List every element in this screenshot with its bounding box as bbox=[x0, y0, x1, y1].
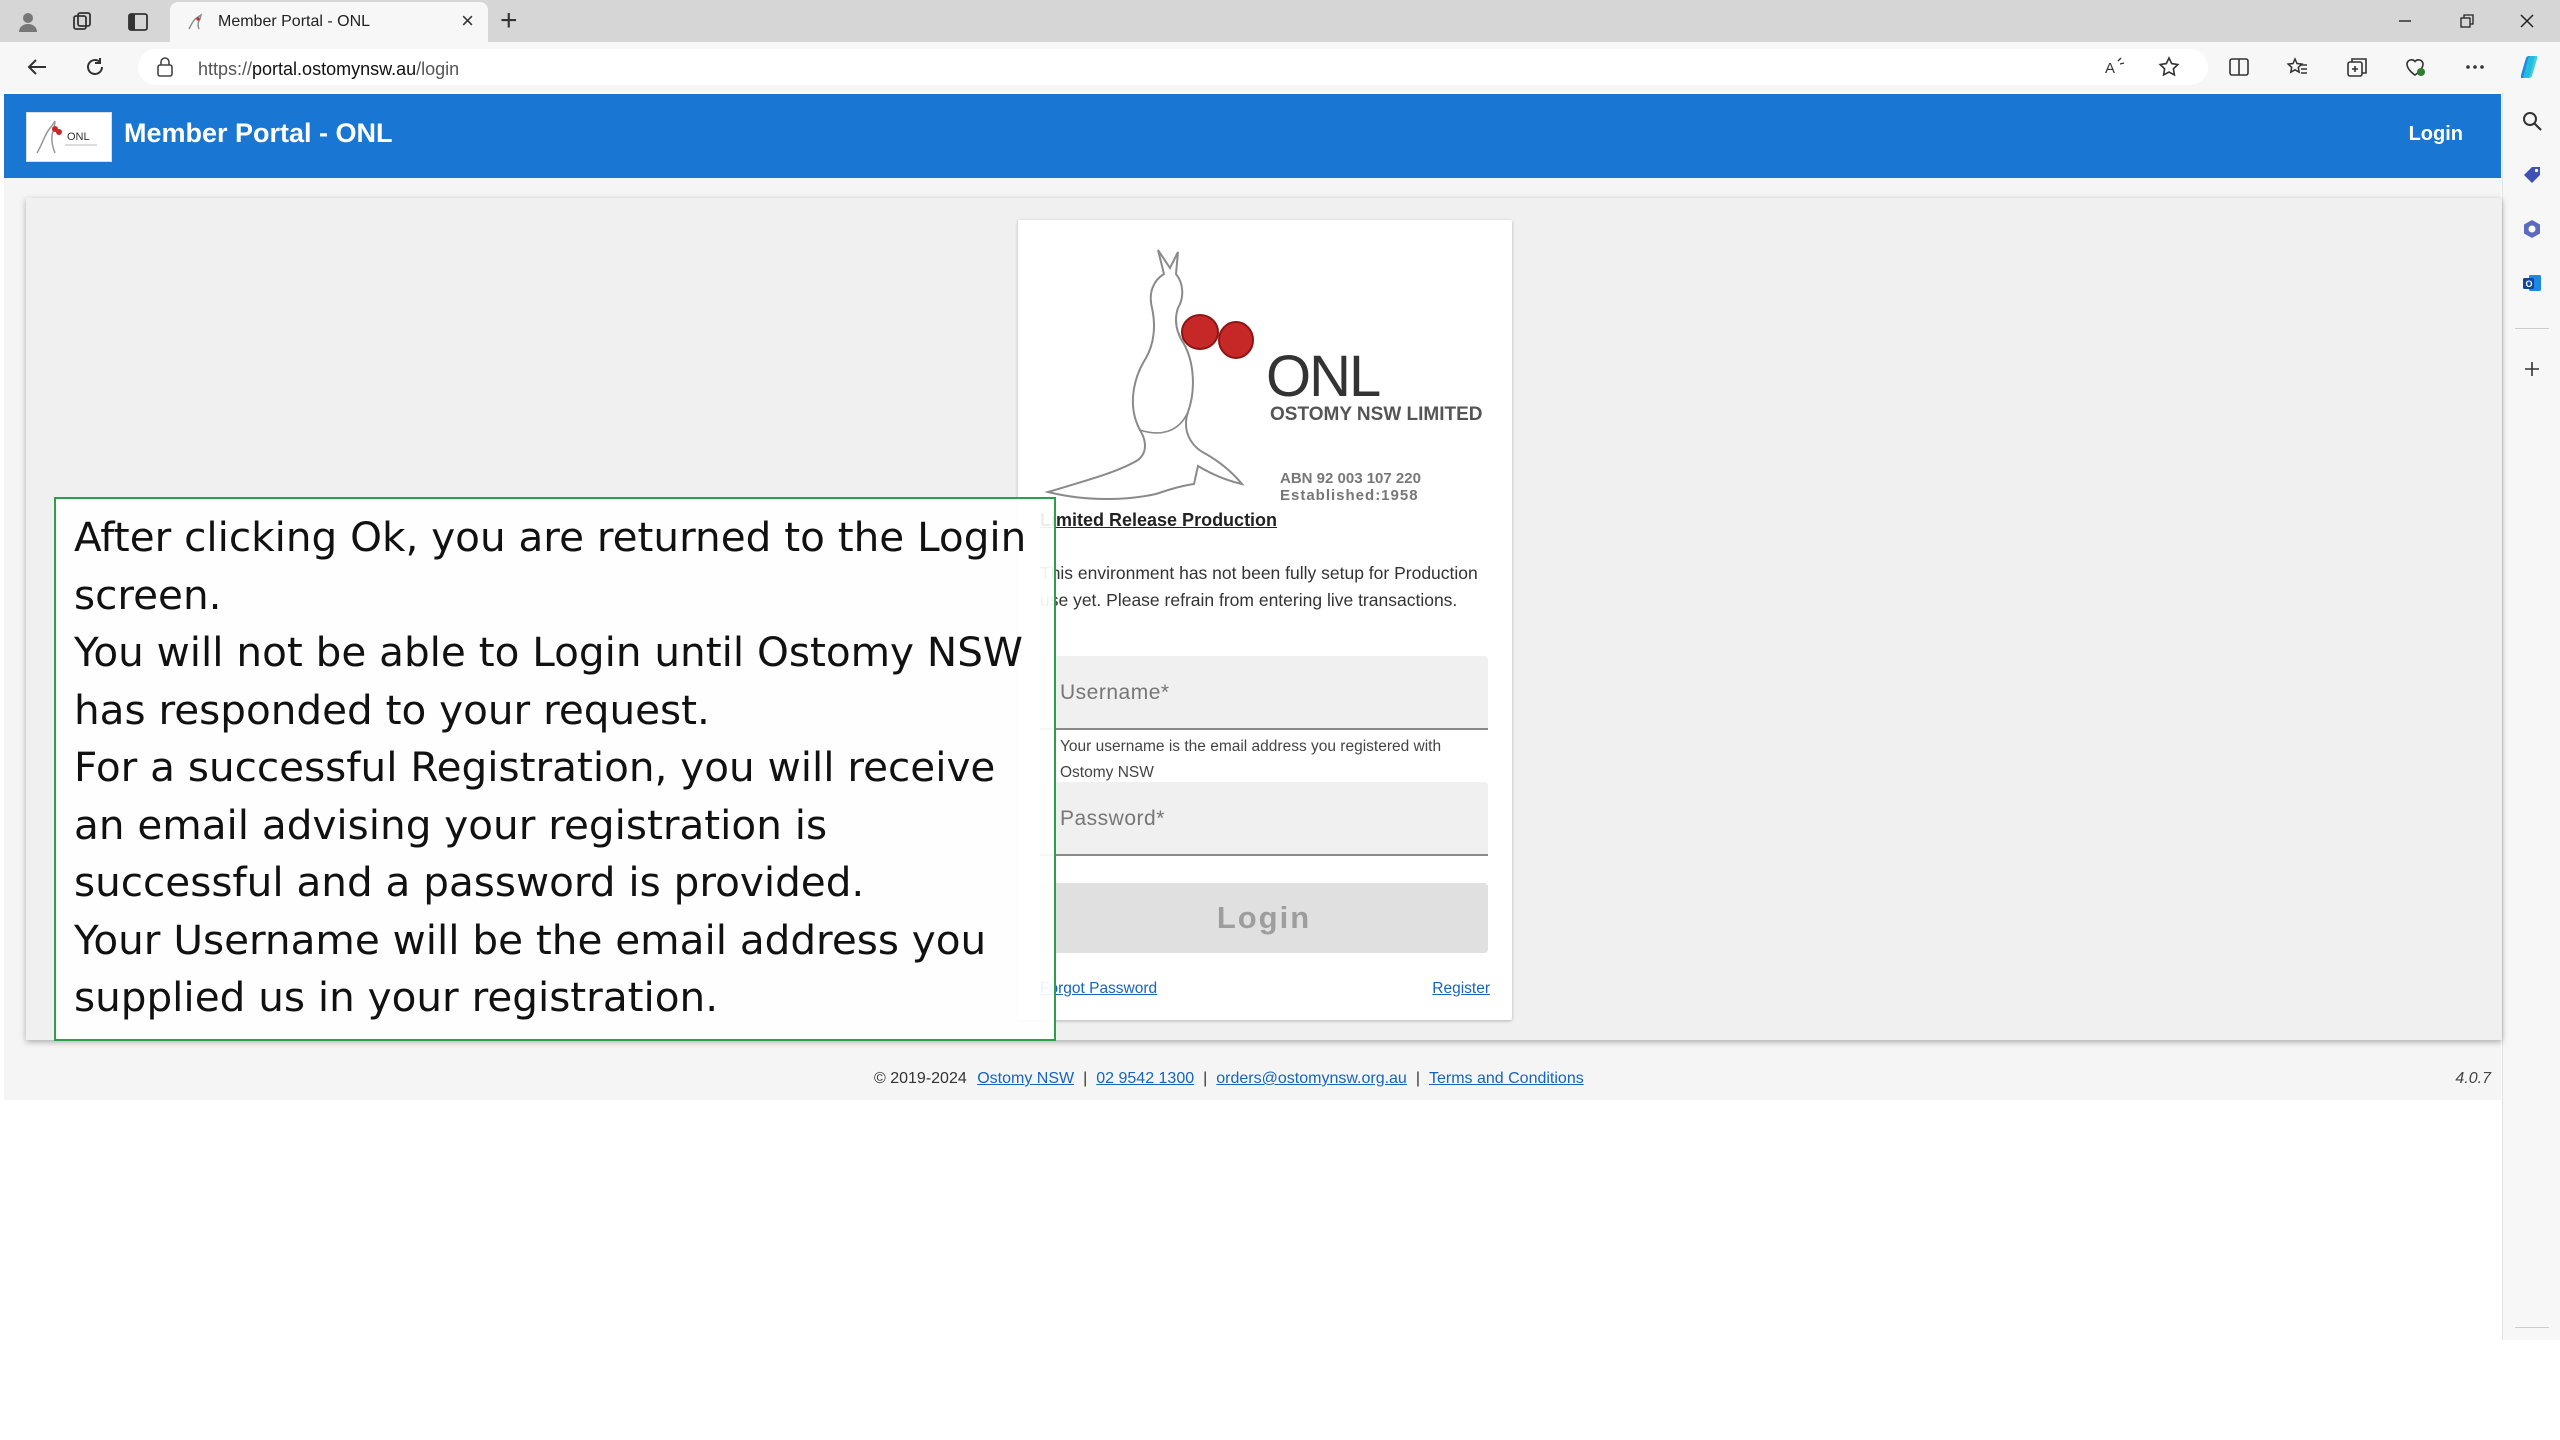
more-icon[interactable] bbox=[2460, 52, 2490, 82]
forgot-password-link[interactable]: Forgot Password bbox=[1040, 980, 1157, 998]
footer-email-link[interactable]: orders@ostomynsw.org.au bbox=[1216, 1070, 1407, 1087]
footer-separator: | bbox=[1203, 1070, 1208, 1087]
browser-essentials-icon[interactable] bbox=[2400, 52, 2430, 82]
browser-toolbar: https://portal.ostomynsw.au/login A bbox=[0, 42, 2560, 92]
footer-links: © 2019-2024 Ostomy NSW | 02 9542 1300 | orde… bbox=[874, 1070, 1584, 1088]
footer-terms-link[interactable]: Terms and Conditions bbox=[1429, 1070, 1584, 1087]
collections-icon[interactable] bbox=[2342, 52, 2372, 82]
browser-tab-bar: Member Portal - ONL × + bbox=[0, 0, 2560, 42]
address-bar[interactable]: https://portal.ostomynsw.au/login bbox=[138, 49, 2208, 85]
web-page: ONL Member Portal - ONL Login ONL OSTOMY… bbox=[4, 92, 2502, 1340]
sidebar-bottom-divider bbox=[2515, 1327, 2549, 1328]
username-hint: Your username is the email address you r… bbox=[1060, 738, 1442, 781]
login-button[interactable]: Login bbox=[1040, 883, 1488, 953]
add-icon[interactable] bbox=[2517, 354, 2547, 384]
app-header: ONL Member Portal - ONL Login bbox=[4, 94, 2501, 178]
tutorial-annotation: After clicking Ok, you are returned to t… bbox=[54, 497, 1056, 1041]
favorites-icon[interactable] bbox=[2282, 52, 2312, 82]
minimize-icon[interactable] bbox=[2382, 6, 2428, 36]
restore-icon[interactable] bbox=[2444, 6, 2490, 36]
notice-body: This environment has not been fully setu… bbox=[1040, 563, 1478, 610]
app-title: Member Portal - ONL bbox=[124, 118, 393, 148]
workspaces-icon[interactable] bbox=[68, 8, 96, 36]
password-input[interactable]: Password* bbox=[1040, 782, 1488, 856]
svg-text:A: A bbox=[2105, 60, 2115, 77]
favorite-star-icon[interactable] bbox=[2154, 52, 2184, 82]
edge-sidebar: O bbox=[2502, 92, 2560, 1340]
register-link[interactable]: Register bbox=[1432, 980, 1490, 998]
copilot-icon[interactable] bbox=[2514, 52, 2544, 82]
kangaroo-favicon-icon bbox=[186, 13, 206, 36]
search-icon[interactable] bbox=[2517, 106, 2547, 136]
footer-org-link[interactable]: Ostomy NSW bbox=[977, 1070, 1074, 1087]
annotation-line: Your Username will be the email address … bbox=[74, 915, 987, 1022]
brand-abn-text: ABN 92 003 107 220 bbox=[1280, 470, 1421, 487]
onl-logo[interactable]: ONL bbox=[26, 112, 112, 162]
tab-close-icon[interactable]: × bbox=[461, 10, 474, 32]
active-tab[interactable]: Member Portal - ONL × bbox=[170, 2, 488, 42]
footer-separator: | bbox=[1083, 1070, 1088, 1087]
outlook-icon[interactable]: O bbox=[2517, 268, 2547, 298]
tab-actions-icon[interactable] bbox=[124, 8, 152, 36]
svg-text:ONL: ONL bbox=[67, 131, 90, 143]
username-input[interactable]: Username* bbox=[1040, 656, 1488, 730]
close-window-icon[interactable] bbox=[2504, 6, 2550, 36]
refresh-icon[interactable] bbox=[80, 52, 110, 82]
annotation-line: After clicking Ok, you are returned to t… bbox=[74, 513, 1027, 619]
address-url: https://portal.ostomynsw.au/login bbox=[198, 59, 460, 79]
new-tab-icon[interactable]: + bbox=[500, 4, 518, 38]
annotation-line: For a successful Registration, you will … bbox=[74, 743, 996, 906]
svg-text:O: O bbox=[2526, 279, 2533, 289]
footer-separator: | bbox=[1415, 1070, 1420, 1087]
page-footer: © 2019-2024 Ostomy NSW | 02 9542 1300 | orde… bbox=[4, 1050, 2501, 1100]
sidebar-divider bbox=[2515, 328, 2549, 329]
back-icon[interactable] bbox=[22, 52, 52, 82]
profile-icon[interactable] bbox=[14, 8, 42, 36]
brand-fullname-text: OSTOMY NSW LIMITED bbox=[1270, 404, 1483, 425]
shopping-icon[interactable] bbox=[2517, 160, 2547, 190]
notice-title: Limited Release Production bbox=[1040, 510, 1278, 530]
tab-title: Member Portal - ONL bbox=[218, 13, 371, 30]
split-screen-icon[interactable] bbox=[2224, 52, 2254, 82]
app-version: 4.0.7 bbox=[2455, 1070, 2491, 1087]
office-icon[interactable] bbox=[2517, 214, 2547, 244]
username-placeholder: Username* bbox=[1060, 681, 1170, 704]
header-login-button[interactable]: Login bbox=[2409, 123, 2463, 146]
footer-phone-link[interactable]: 02 9542 1300 bbox=[1096, 1070, 1194, 1087]
annotation-line: You will not be able to Login until Osto… bbox=[74, 628, 1023, 734]
login-card: ONL OSTOMY NSW LIMITED ABN 92 003 107 22… bbox=[1018, 220, 1512, 1020]
brand-name-text: ONL bbox=[1266, 344, 1380, 409]
brand-established-text: Established:1958 bbox=[1280, 487, 1419, 504]
read-aloud-icon[interactable]: A bbox=[2100, 52, 2130, 82]
lock-icon[interactable] bbox=[156, 57, 174, 82]
password-placeholder: Password* bbox=[1060, 807, 1165, 830]
footer-copyright: © 2019-2024 bbox=[874, 1070, 967, 1087]
onl-brand-logo: ONL OSTOMY NSW LIMITED ABN 92 003 107 22… bbox=[1028, 240, 1502, 504]
